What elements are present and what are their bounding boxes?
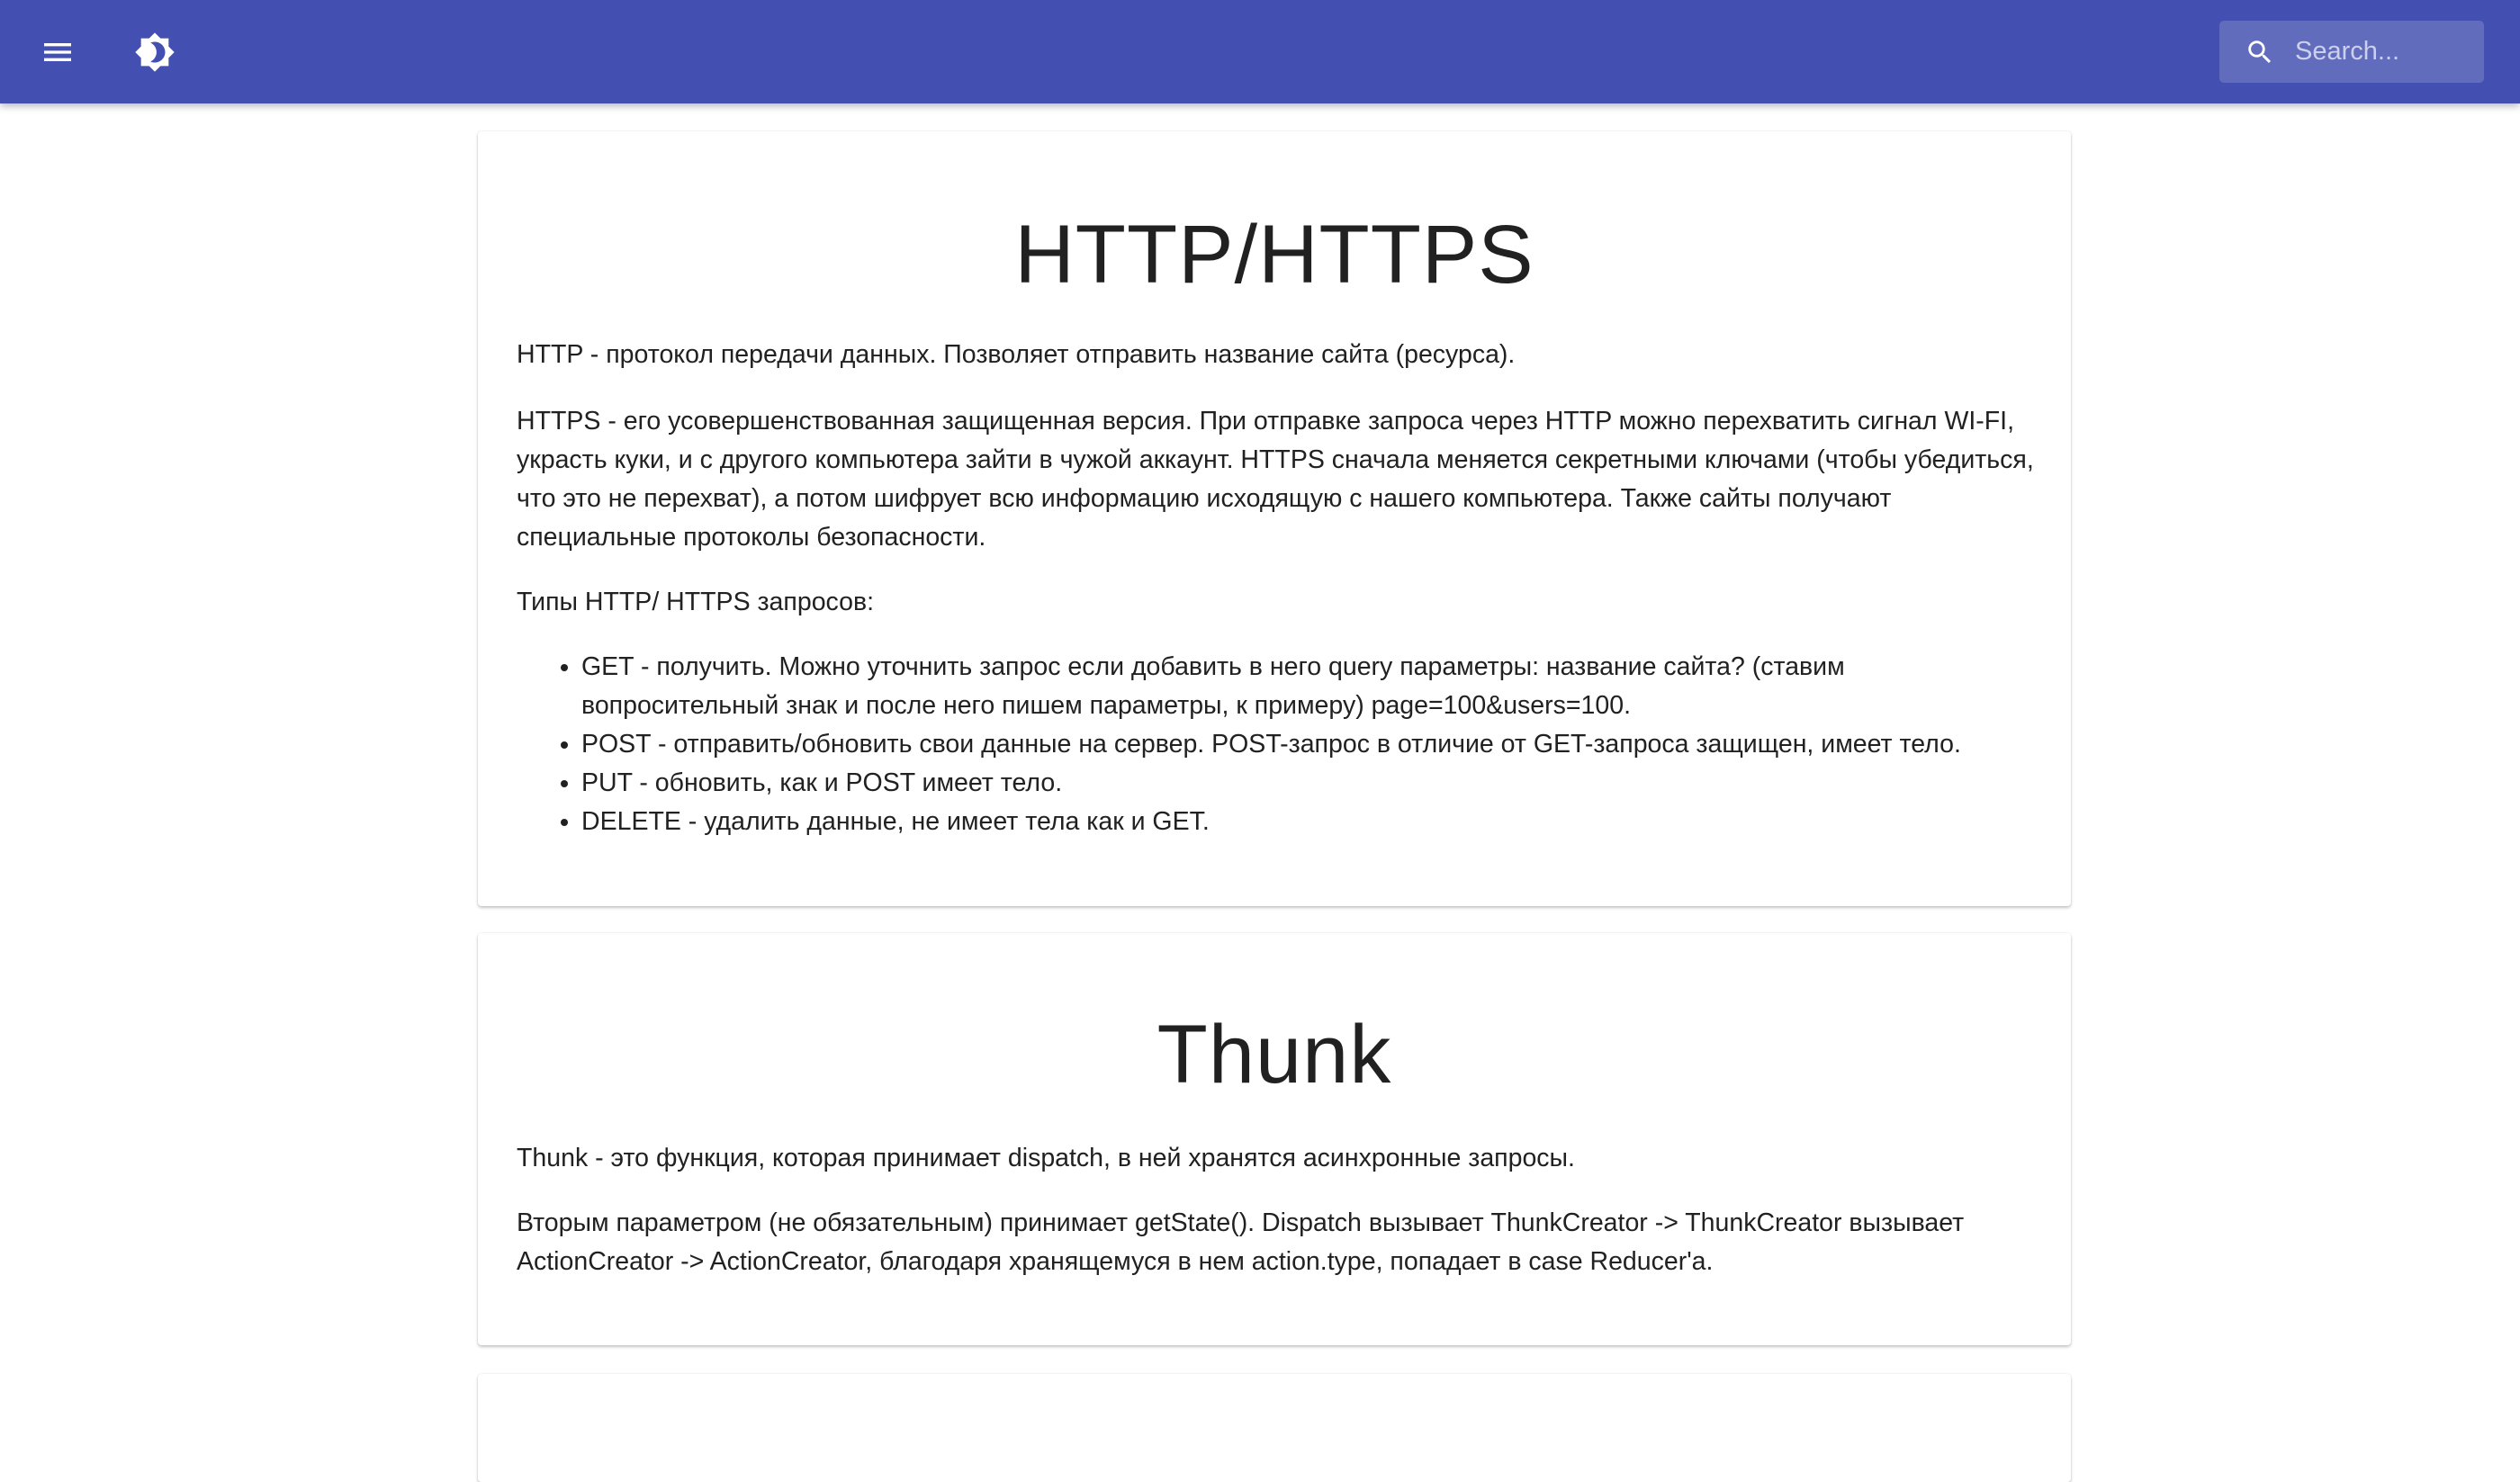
content-card-http: HTTP/HTTPS HTTP - протокол передачи данн… — [478, 131, 2071, 906]
brightness-icon — [135, 32, 175, 72]
request-types-list: GET - получить. Можно уточнить запрос ес… — [517, 648, 2038, 841]
section-title: HTTP/HTTPS — [1014, 209, 1534, 301]
section-title: Thunk — [1156, 1009, 1392, 1100]
paragraph: Вторым параметром (не обязательным) прин… — [517, 1208, 1965, 1276]
list-item: PUT - обновить, как и POST имеет тело. — [581, 764, 2038, 803]
app-toolbar — [0, 0, 2520, 103]
menu-button[interactable] — [27, 22, 88, 83]
search-input[interactable] — [2295, 31, 2471, 71]
list-item: GET - получить. Можно уточнить запрос ес… — [581, 648, 2038, 725]
content-card-next — [478, 1374, 2071, 1482]
paragraph: Типы HTTP/ HTTPS запросов: — [517, 588, 875, 616]
list-item: DELETE - удалить данные, не имеет тела к… — [581, 803, 2038, 841]
search-icon — [2248, 40, 2272, 64]
paragraph: HTTPS - его усовершенствованная защищенн… — [517, 407, 2034, 552]
paragraph: Thunk - это функция, которая принимает d… — [517, 1144, 1575, 1172]
menu-icon — [44, 43, 71, 61]
content-card-thunk: Thunk Thunk - это функция, которая прини… — [478, 933, 2071, 1345]
theme-toggle-button[interactable] — [124, 22, 185, 83]
search-box[interactable] — [2219, 21, 2484, 83]
paragraph: HTTP - протокол передачи данных. Позволя… — [517, 340, 1516, 369]
list-item: POST - отправить/обновить свои данные на… — [581, 725, 2038, 764]
